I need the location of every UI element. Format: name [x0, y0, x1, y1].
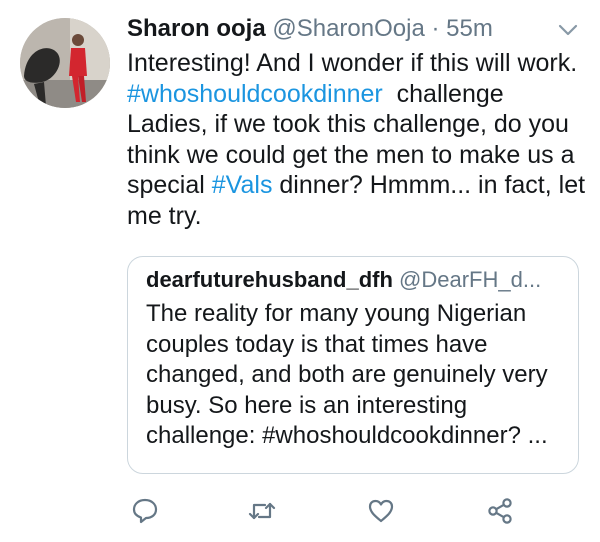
like-icon[interactable]: [366, 496, 396, 526]
chevron-down-icon[interactable]: [557, 22, 579, 38]
display-name[interactable]: Sharon ooja: [127, 15, 266, 42]
tweet-card[interactable]: Sharon ooja @SharonOoja · 55m Interestin…: [0, 0, 600, 542]
quoted-tweet-text: The reality for many young Nigerian coup…: [146, 300, 548, 449]
tweet-header: Sharon ooja @SharonOoja · 55m: [127, 14, 493, 44]
action-bar: [0, 492, 600, 532]
quoted-tweet[interactable]: dearfuturehusband_dfh @DearFH_d... The r…: [127, 256, 579, 474]
share-icon[interactable]: [485, 496, 515, 526]
retweet-icon[interactable]: [247, 496, 277, 526]
separator-dot: ·: [431, 15, 440, 42]
avatar-photo: [20, 18, 110, 108]
user-handle[interactable]: @SharonOoja: [272, 15, 424, 42]
quoted-tweet-header: dearfuturehusband_dfh @DearFH_d...: [146, 265, 541, 295]
timestamp[interactable]: 55m: [446, 15, 493, 42]
reply-icon[interactable]: [130, 496, 160, 526]
hashtag-link-whoshouldcookdinner[interactable]: #whoshouldcookdinner: [127, 80, 383, 108]
quoted-display-name: dearfuturehusband_dfh: [146, 267, 393, 292]
tweet-text-part-1: Interesting! And I wonder if this will w…: [127, 49, 578, 77]
quoted-user-handle: @DearFH_d...: [399, 267, 542, 292]
hashtag-link-vals[interactable]: #Vals: [212, 171, 273, 199]
tweet-text: Interesting! And I wonder if this will w…: [127, 48, 587, 231]
avatar[interactable]: [20, 18, 110, 108]
